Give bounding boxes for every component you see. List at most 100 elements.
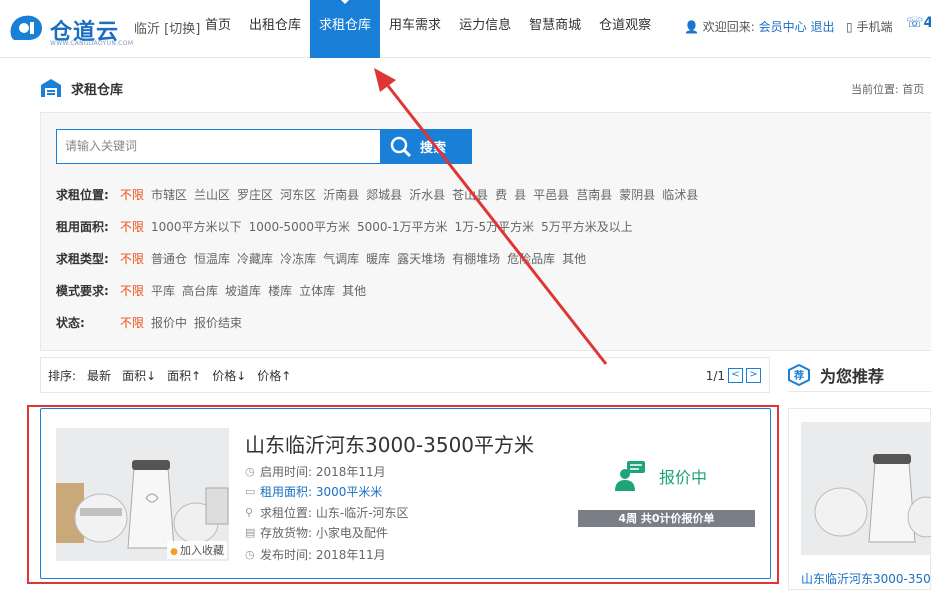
- recommend-card[interactable]: 山东临沂河东3000-3500: [788, 408, 931, 590]
- filter-option[interactable]: 蒙阴县: [619, 186, 655, 203]
- welcome-text: 欢迎回来:: [702, 20, 755, 34]
- filter-row: 租用面积: 不限 1000平方米以下 1000-5000平方米 5000-1万平方米 1万…: [56, 217, 640, 235]
- city-switcher[interactable]: 临沂 [切换]: [134, 18, 200, 37]
- filter-row: 模式要求: 不限 平库 高台库 坡道库 楼库 立体库 其他: [56, 281, 373, 299]
- filter-option[interactable]: 不限: [120, 282, 144, 299]
- filter-option[interactable]: 其他: [562, 250, 586, 267]
- member-center-link[interactable]: 会员中心: [759, 20, 807, 34]
- filter-option[interactable]: 露天堆场: [397, 250, 445, 267]
- page-indicator: 1/1: [705, 368, 725, 383]
- filter-option[interactable]: 临沭县: [662, 186, 698, 203]
- filter-option[interactable]: 其他: [342, 282, 366, 299]
- filter-option[interactable]: 1000平方米以下: [151, 218, 242, 235]
- filter-label: 租用面积:: [56, 219, 109, 234]
- search-button-label: 搜索: [420, 141, 447, 156]
- filter-option[interactable]: 普通仓: [151, 250, 187, 267]
- nav-capacity-info[interactable]: 运力信息: [450, 0, 520, 58]
- filter-option[interactable]: 平邑县: [533, 186, 569, 203]
- filter-option[interactable]: 气调库: [323, 250, 359, 267]
- highlight-box: [27, 405, 779, 584]
- nav-rent-out-warehouse[interactable]: 出租仓库: [240, 0, 310, 58]
- mobile-icon: ▯: [846, 20, 853, 34]
- filter-row: 状态: 不限 报价中 报价结束: [56, 313, 249, 331]
- filter-option[interactable]: 报价中: [151, 314, 187, 331]
- sort-area-desc[interactable]: 面积↓: [122, 367, 156, 384]
- filter-option[interactable]: 危险品库: [507, 250, 555, 267]
- page-title: 求租仓库: [71, 82, 124, 98]
- filter-option[interactable]: 县: [514, 186, 526, 203]
- filter-option[interactable]: 费: [495, 186, 507, 203]
- filter-label: 求租位置:: [56, 187, 109, 202]
- filter-option[interactable]: 5000-1万平方米: [357, 218, 448, 235]
- recommend-icon: 荐: [788, 363, 810, 386]
- filter-option[interactable]: 高台库: [182, 282, 218, 299]
- search-input[interactable]: 请输入关键词: [56, 129, 381, 164]
- filter-option[interactable]: 冷藏库: [237, 250, 273, 267]
- svg-text:荐: 荐: [793, 369, 804, 382]
- filter-option[interactable]: 暖库: [366, 250, 390, 267]
- filter-option[interactable]: 楼库: [268, 282, 292, 299]
- phone-number: ☏4: [906, 15, 931, 31]
- filter-option[interactable]: 报价结束: [194, 314, 242, 331]
- filter-option[interactable]: 恒温库: [194, 250, 230, 267]
- filter-option[interactable]: 不限: [120, 218, 144, 235]
- filter-option[interactable]: 1万-5万平方米: [455, 218, 535, 235]
- filter-option[interactable]: 有棚堆场: [452, 250, 500, 267]
- logout-link[interactable]: 退出: [811, 20, 835, 34]
- user-area: 👤 欢迎回来: 会员中心 退出: [684, 18, 835, 35]
- user-icon: 👤: [684, 20, 699, 34]
- pager: 1/1 < >: [706, 368, 761, 383]
- filter-option[interactable]: 1000-5000平方米: [249, 218, 350, 235]
- appliance-image: [801, 422, 931, 555]
- mobile-label: 手机端: [856, 20, 893, 34]
- top-navbar: 仓道云 WWW.CANGDAOYUN.COM 临沂 [切换] 首页 出租仓库 求…: [0, 0, 931, 58]
- nav-seek-warehouse[interactable]: 求租仓库: [310, 0, 381, 58]
- filter-label: 模式要求:: [56, 283, 109, 298]
- filter-option[interactable]: 不限: [120, 314, 144, 331]
- site-logo[interactable]: 仓道云 WWW.CANGDAOYUN.COM: [6, 10, 133, 50]
- filter-option[interactable]: 立体库: [299, 282, 335, 299]
- sort-price-desc[interactable]: 价格↓: [212, 367, 246, 384]
- warehouse-icon: [41, 79, 61, 97]
- sort-latest[interactable]: 最新: [87, 367, 111, 384]
- filter-option[interactable]: 5万平方米及以上: [541, 218, 633, 235]
- sort-bar: 排序: 最新 面积↓ 面积↑ 价格↓ 价格↑ 1/1 < >: [40, 357, 770, 393]
- filter-option[interactable]: 沂南县: [323, 186, 359, 203]
- filter-option[interactable]: 市辖区: [151, 186, 187, 203]
- section-header: 求租仓库: [40, 77, 123, 99]
- filter-option[interactable]: 河东区: [280, 186, 316, 203]
- nav-observation[interactable]: 仓道观察: [590, 0, 660, 58]
- search-button[interactable]: 搜索: [380, 129, 472, 164]
- nav-vehicle-demand[interactable]: 用车需求: [380, 0, 450, 58]
- filter-option[interactable]: 坡道库: [225, 282, 261, 299]
- nav-smart-mall[interactable]: 智慧商城: [520, 0, 590, 58]
- filter-option[interactable]: 不限: [120, 250, 144, 267]
- next-page-button[interactable]: >: [746, 368, 761, 383]
- nav-home[interactable]: 首页: [196, 0, 240, 58]
- sort-area-asc[interactable]: 面积↑: [167, 367, 201, 384]
- sort-label: 排序:: [48, 368, 77, 383]
- filter-option[interactable]: 沂水县: [409, 186, 445, 203]
- filter-option[interactable]: 郯城县: [366, 186, 402, 203]
- filter-label: 状态:: [56, 315, 85, 330]
- logo-icon: [10, 15, 42, 41]
- recommend-image[interactable]: [801, 422, 931, 555]
- filter-option[interactable]: 不限: [120, 186, 144, 203]
- prev-page-button[interactable]: <: [728, 368, 743, 383]
- filter-label: 求租类型:: [56, 251, 109, 266]
- filter-row: 求租类型: 不限 普通仓 恒温库 冷藏库 冷冻库 气调库 暖库 露天堆场 有棚堆场 危险品库 其他: [56, 249, 593, 267]
- logo-subtitle: WWW.CANGDAOYUN.COM: [50, 40, 134, 47]
- search-icon: [390, 136, 412, 157]
- main-nav: 首页 出租仓库 求租仓库 用车需求 运力信息 智慧商城 仓道观察: [196, 0, 660, 58]
- filter-option[interactable]: 苍山县: [452, 186, 488, 203]
- recommend-item-title[interactable]: 山东临沂河东3000-3500: [801, 570, 931, 587]
- filter-option[interactable]: 罗庄区: [237, 186, 273, 203]
- filter-option[interactable]: 平库: [151, 282, 175, 299]
- mobile-link[interactable]: ▯ 手机端: [846, 18, 892, 35]
- phone-digits: 4: [923, 15, 931, 31]
- filter-option[interactable]: 冷冻库: [280, 250, 316, 267]
- filter-row: 求租位置: 不限 市辖区 兰山区 罗庄区 河东区 沂南县 郯城县 沂水县 苍山县费县平邑县 莒南县蒙…: [56, 185, 705, 203]
- filter-option[interactable]: 莒南县: [576, 186, 612, 203]
- filter-option[interactable]: 兰山区: [194, 186, 230, 203]
- sort-price-asc[interactable]: 价格↑: [257, 367, 291, 384]
